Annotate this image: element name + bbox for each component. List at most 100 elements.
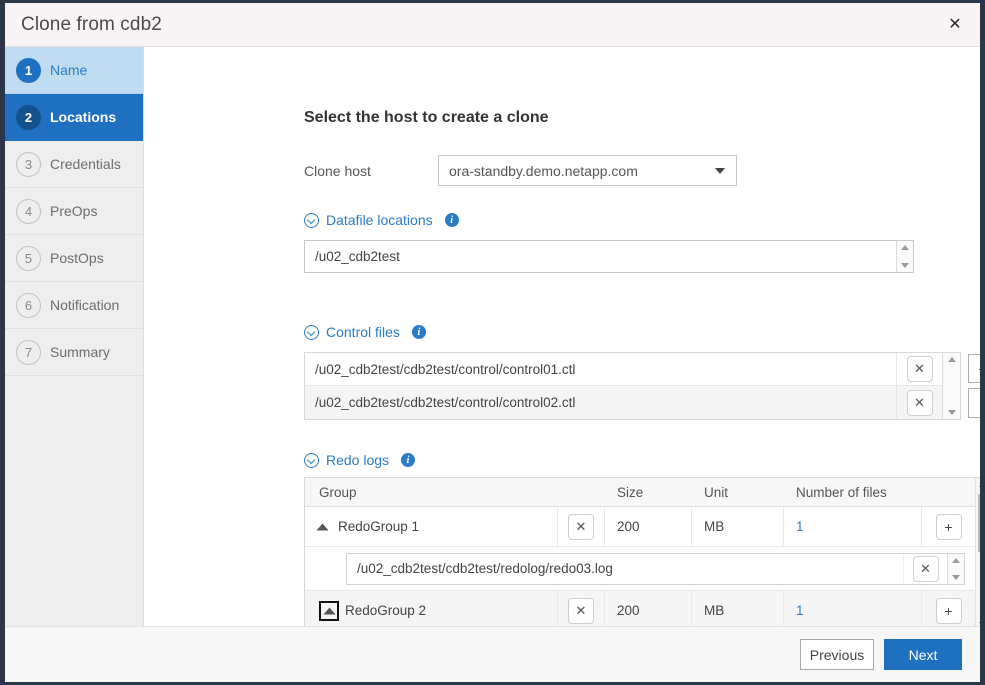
dialog-body: 1 Name 2 Locations 3 Credentials 4 PreOp…	[5, 47, 980, 626]
sidebar-item-name[interactable]: 1 Name	[5, 47, 143, 94]
step-number: 2	[16, 105, 41, 130]
previous-button[interactable]: Previous	[800, 639, 874, 670]
control-file-path: /u02_cdb2test/cdb2test/control/control02…	[305, 395, 896, 410]
chevron-down-icon	[715, 168, 725, 174]
spinner-up-icon[interactable]	[952, 558, 960, 563]
column-header-number-of-files: Number of files	[783, 478, 921, 506]
clone-host-label: Clone host	[304, 163, 438, 179]
dialog-title: Clone from cdb2	[5, 14, 162, 36]
close-icon[interactable]: ✕	[944, 14, 966, 36]
redo-file-input[interactable]: /u02_cdb2test/cdb2test/redolog/redo03.lo…	[346, 553, 965, 585]
remove-redo-group-button[interactable]: ✕	[568, 598, 594, 624]
control-files-label: Control files	[326, 324, 400, 340]
step-number: 7	[16, 340, 41, 365]
add-redo-file-button[interactable]: +	[936, 514, 962, 540]
column-header-group: Group	[305, 485, 557, 500]
step-number: 5	[16, 246, 41, 271]
remove-redo-file-button[interactable]: ✕	[913, 556, 939, 582]
step-label: PostOps	[50, 250, 104, 266]
dialog-footer: Previous Next	[5, 626, 980, 682]
scrollbar-thumb[interactable]	[978, 494, 980, 552]
redo-file-path: /u02_cdb2test/cdb2test/redolog/redo03.lo…	[347, 554, 903, 584]
next-button[interactable]: Next	[884, 639, 962, 670]
control-files-list: /u02_cdb2test/cdb2test/control/control01…	[304, 352, 961, 420]
redo-group-unit: MB	[691, 507, 783, 546]
redo-logs-table-header: Group Size Unit Number of files	[305, 478, 975, 507]
info-icon[interactable]: i	[445, 213, 459, 227]
control-files-actions: + Reset	[968, 354, 980, 418]
step-number: 1	[16, 58, 41, 83]
spinner-down-icon[interactable]	[901, 263, 909, 268]
collapse-chevron-icon	[304, 453, 319, 468]
redo-logs-table: Group Size Unit Number of files	[304, 477, 980, 626]
sidebar-item-notification[interactable]: 6 Notification	[5, 282, 143, 329]
datafile-locations-section-header[interactable]: Datafile locations i	[304, 212, 459, 228]
control-files-section-header[interactable]: Control files i	[304, 324, 426, 340]
datafile-location-input[interactable]: /u02_cdb2test	[304, 240, 914, 273]
wizard-content-pane: Select the host to create a clone Clone …	[144, 47, 980, 626]
redo-group-size: 200	[605, 591, 691, 626]
step-label: PreOps	[50, 203, 97, 219]
collapse-chevron-icon	[304, 213, 319, 228]
control-file-row[interactable]: /u02_cdb2test/cdb2test/control/control01…	[305, 353, 942, 386]
page-title: Select the host to create a clone	[304, 109, 549, 127]
sidebar-item-locations[interactable]: 2 Locations	[5, 94, 143, 141]
sidebar-item-summary[interactable]: 7 Summary	[5, 329, 143, 376]
control-files-scroll-spinner[interactable]	[942, 353, 960, 419]
add-redo-file-button[interactable]: +	[936, 598, 962, 624]
column-header-unit: Unit	[691, 478, 783, 506]
step-number: 6	[16, 293, 41, 318]
clone-host-row: Clone host ora-standby.demo.netapp.com	[304, 155, 737, 186]
collapse-triangle-icon[interactable]	[323, 607, 335, 614]
sidebar-item-credentials[interactable]: 3 Credentials	[5, 141, 143, 188]
redo-logs-vertical-scrollbar[interactable]	[975, 478, 980, 626]
redo-group-unit: MB	[691, 591, 783, 626]
redo-logs-section-header[interactable]: Redo logs i	[304, 452, 415, 468]
dialog-titlebar: Clone from cdb2 ✕	[5, 3, 980, 47]
scroll-down-icon[interactable]	[979, 622, 980, 626]
redo-file-row[interactable]: /u02_cdb2test/cdb2test/redolog/redo03.lo…	[305, 547, 975, 591]
redo-group-number-of-files[interactable]: 1	[783, 591, 921, 626]
control-files-reset-button[interactable]: Reset	[968, 388, 980, 418]
redo-file-scroll-spinner[interactable]	[947, 554, 964, 584]
spinner-up-icon[interactable]	[948, 357, 956, 362]
redo-group-number-of-files[interactable]: 1	[783, 507, 921, 546]
remove-control-file-button[interactable]: ✕	[907, 390, 933, 416]
step-label: Name	[50, 62, 87, 78]
info-icon[interactable]: i	[401, 453, 415, 467]
step-label: Summary	[50, 344, 110, 360]
collapse-triangle-focus-ring[interactable]	[319, 601, 339, 621]
clone-wizard-dialog: Clone from cdb2 ✕ 1 Name 2 Locations 3 C…	[5, 3, 980, 682]
clone-host-value: ora-standby.demo.netapp.com	[449, 163, 638, 179]
expand-triangle-icon[interactable]	[317, 523, 329, 530]
datafile-scroll-spinner[interactable]	[896, 241, 913, 272]
scroll-up-icon[interactable]	[979, 481, 980, 487]
redo-group-row[interactable]: RedoGroup 2 ✕ 200 MB 1 +	[305, 591, 975, 626]
spinner-down-icon[interactable]	[948, 410, 956, 415]
add-control-file-button[interactable]: +	[968, 354, 980, 383]
collapse-chevron-icon	[304, 325, 319, 340]
redo-group-name: RedoGroup 1	[338, 519, 419, 534]
control-file-row[interactable]: /u02_cdb2test/cdb2test/control/control02…	[305, 386, 942, 419]
remove-control-file-button[interactable]: ✕	[907, 356, 933, 382]
step-number: 3	[16, 152, 41, 177]
info-icon[interactable]: i	[412, 325, 426, 339]
spinner-down-icon[interactable]	[952, 575, 960, 580]
wizard-step-sidebar: 1 Name 2 Locations 3 Credentials 4 PreOp…	[5, 47, 144, 626]
redo-group-size: 200	[605, 507, 691, 546]
sidebar-item-postops[interactable]: 5 PostOps	[5, 235, 143, 282]
spinner-up-icon[interactable]	[901, 245, 909, 250]
sidebar-item-preops[interactable]: 4 PreOps	[5, 188, 143, 235]
redo-group-row[interactable]: RedoGroup 1 ✕ 200 MB 1 +	[305, 507, 975, 547]
column-header-size: Size	[605, 478, 691, 506]
step-label: Notification	[50, 297, 119, 313]
redo-group-name: RedoGroup 2	[345, 603, 426, 618]
step-label: Credentials	[50, 156, 121, 172]
clone-host-select[interactable]: ora-standby.demo.netapp.com	[438, 155, 737, 186]
remove-redo-group-button[interactable]: ✕	[568, 514, 594, 540]
redo-logs-label: Redo logs	[326, 452, 389, 468]
datafile-location-value: /u02_cdb2test	[305, 241, 896, 272]
step-number: 4	[16, 199, 41, 224]
control-file-path: /u02_cdb2test/cdb2test/control/control01…	[305, 362, 896, 377]
datafile-locations-label: Datafile locations	[326, 212, 433, 228]
